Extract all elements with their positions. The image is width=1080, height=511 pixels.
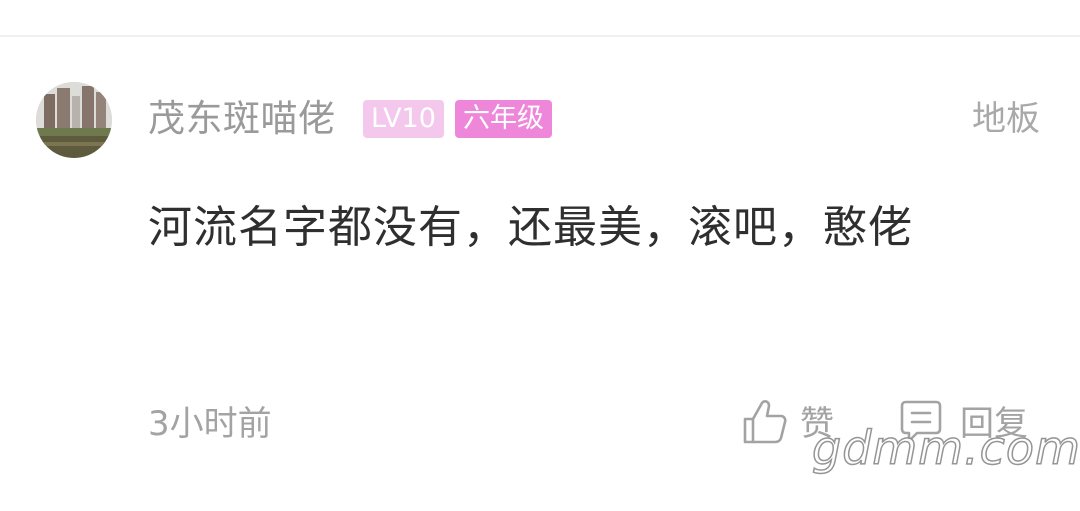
comment-page: 茂东斑喵佬 LV10 六年级 地板 河流名字都没有，还最美，滚吧，憨佬 3小时前… bbox=[0, 0, 1080, 511]
grade-badge: 六年级 bbox=[455, 100, 552, 138]
watermark: gdmm.com bbox=[811, 420, 1080, 476]
username[interactable]: 茂东斑喵佬 bbox=[148, 94, 336, 144]
level-badge: LV10 bbox=[363, 100, 444, 138]
thumbs-up-icon bbox=[742, 398, 788, 450]
timestamp: 3小时前 bbox=[148, 404, 272, 444]
comment-content: 河流名字都没有，还最美，滚吧，憨佬 bbox=[148, 202, 913, 253]
avatar[interactable] bbox=[36, 82, 112, 158]
floor-label: 地板 bbox=[972, 99, 1040, 139]
avatar-image bbox=[36, 82, 112, 158]
divider bbox=[0, 35, 1080, 37]
